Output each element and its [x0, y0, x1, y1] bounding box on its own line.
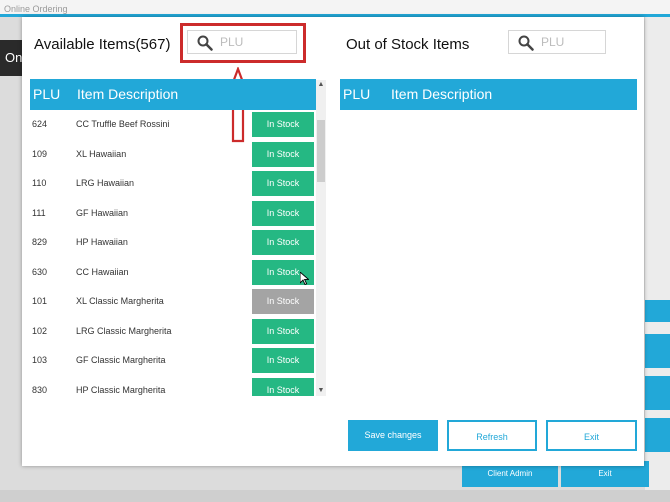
table-row[interactable]: 101 XL Classic Margherita In Stock — [30, 287, 316, 317]
available-grid-header: PLU Item Description — [30, 79, 316, 110]
available-list-scrollbar[interactable]: ▲ ▼ — [316, 80, 326, 396]
row-description: HP Hawaiian — [76, 237, 128, 247]
in-stock-button[interactable]: In Stock — [252, 348, 314, 373]
row-plu: 110 — [32, 178, 47, 188]
bg-right-button-1[interactable] — [645, 300, 670, 322]
row-plu: 103 — [32, 355, 48, 365]
highlight-box — [180, 23, 306, 63]
table-row[interactable]: 111 GF Hawaiian In Stock — [30, 199, 316, 229]
column-header-description[interactable]: Item Description — [391, 86, 492, 102]
out-of-stock-title: Out of Stock Items — [346, 36, 470, 53]
scroll-up-icon[interactable]: ▲ — [316, 80, 326, 90]
mouse-cursor-icon — [300, 272, 309, 285]
in-stock-button[interactable]: In Stock — [252, 142, 314, 167]
table-row[interactable]: 630 CC Hawaiian In Stock — [30, 258, 316, 288]
available-items-list: 624 CC Truffle Beef Rossini In Stock 109… — [30, 110, 316, 396]
row-description: GF Hawaiian — [76, 208, 129, 218]
table-row[interactable]: 102 LRG Classic Margherita In Stock — [30, 317, 316, 347]
in-stock-button[interactable]: In Stock — [252, 230, 314, 255]
out-of-stock-search-input[interactable]: PLU — [508, 30, 606, 54]
scrollbar-thumb[interactable] — [317, 120, 325, 182]
table-row[interactable]: 110 LRG Hawaiian In Stock — [30, 169, 316, 199]
row-plu: 830 — [32, 385, 48, 395]
bg-right-button-4[interactable] — [645, 418, 670, 452]
row-plu: 829 — [32, 237, 48, 247]
table-row[interactable]: 829 HP Hawaiian In Stock — [30, 228, 316, 258]
table-row[interactable]: 109 XL Hawaiian In Stock — [30, 140, 316, 170]
row-plu: 111 — [32, 208, 46, 218]
table-row[interactable]: 830 HP Classic Margherita In Stock — [30, 376, 316, 396]
available-items-title: Available Items(567) — [34, 36, 171, 53]
row-description: XL Hawaiian — [76, 149, 127, 159]
row-description: XL Classic Margherita — [76, 296, 164, 306]
row-description: LRG Classic Margherita — [76, 326, 172, 336]
in-stock-button[interactable]: In Stock — [252, 289, 314, 314]
row-plu: 102 — [32, 326, 48, 336]
table-row[interactable]: 103 GF Classic Margherita In Stock — [30, 346, 316, 376]
search-icon — [518, 35, 534, 51]
out-of-stock-grid-header: PLU Item Description — [340, 79, 637, 110]
refresh-button[interactable]: Refresh — [447, 420, 537, 451]
in-stock-button[interactable]: In Stock — [252, 319, 314, 344]
row-description: HP Classic Margherita — [76, 385, 166, 395]
row-plu: 624 — [32, 119, 48, 129]
row-plu: 630 — [32, 267, 48, 277]
in-stock-button[interactable]: In Stock — [252, 378, 314, 396]
bg-bottom-strip — [0, 490, 670, 502]
row-description: LRG Hawaiian — [76, 178, 135, 188]
search-placeholder: PLU — [541, 35, 565, 49]
table-row[interactable]: 624 CC Truffle Beef Rossini In Stock — [30, 110, 316, 140]
in-stock-button[interactable]: In Stock — [252, 112, 314, 137]
scroll-down-icon[interactable]: ▼ — [316, 386, 326, 396]
save-changes-button[interactable]: Save changes — [348, 420, 438, 451]
row-description: GF Classic Margherita — [76, 355, 166, 365]
in-stock-button[interactable]: In Stock — [252, 201, 314, 226]
in-stock-button[interactable]: In Stock — [252, 171, 314, 196]
bg-sidebar-tab[interactable]: On — [0, 40, 22, 76]
stock-dialog: Available Items(567) PLU Out of Stock It… — [22, 17, 644, 466]
exit-button[interactable]: Exit — [546, 420, 637, 451]
row-plu: 101 — [32, 296, 48, 306]
column-header-plu[interactable]: PLU — [343, 86, 370, 102]
row-description: CC Hawaiian — [76, 267, 129, 277]
row-plu: 109 — [32, 149, 48, 159]
row-description: CC Truffle Beef Rossini — [76, 119, 170, 129]
column-header-plu[interactable]: PLU — [33, 86, 60, 102]
bg-right-button-2[interactable] — [645, 334, 670, 368]
bg-right-button-3[interactable] — [645, 376, 670, 410]
column-header-description[interactable]: Item Description — [77, 86, 178, 102]
